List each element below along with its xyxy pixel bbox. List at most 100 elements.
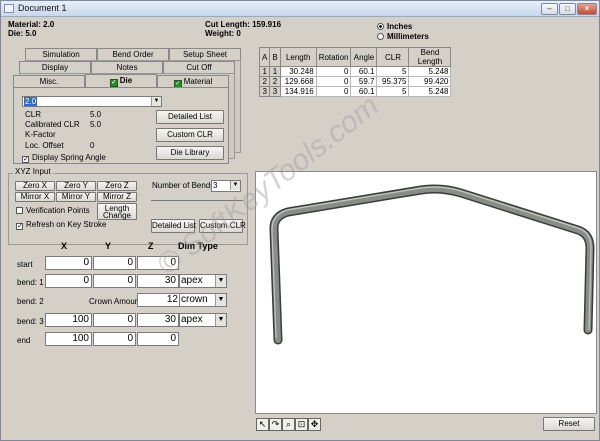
die-select-value: 2.0 [24, 97, 38, 106]
unchecked-box-icon [16, 207, 23, 214]
table-cell[interactable]: 2 [258, 76, 271, 87]
reset-button[interactable]: Reset [543, 417, 595, 431]
table-cell[interactable]: 0 [315, 66, 352, 77]
document-window: Document 1 – □ × Material: 2.0 Die: 5.0 … [0, 0, 600, 441]
end-x-input[interactable]: 100 [45, 332, 92, 346]
chevron-down-icon: ▼ [151, 97, 161, 106]
calibrated-clr-value: 5.0 [90, 120, 102, 129]
table-cell[interactable]: 60.1 [350, 66, 378, 77]
table-header-cell: Angle [350, 47, 378, 67]
die-library-button[interactable]: Die Library [156, 146, 224, 160]
table-cell[interactable]: 0 [315, 76, 352, 87]
zero-y-button[interactable]: Zero Y [56, 181, 96, 191]
clr-value: 5.0 [90, 110, 102, 119]
bend1-dim-type-select[interactable]: apex ▼ [179, 274, 227, 288]
verification-points-checkbox[interactable]: Verification Points [16, 206, 90, 215]
tab-material[interactable]: ✓ Material [157, 75, 229, 88]
bend3-x-input[interactable]: 100 [45, 313, 92, 327]
col-z-header: Z [148, 241, 154, 251]
check-icon: ✓ [22, 156, 29, 163]
table-cell[interactable]: 129.668 [279, 76, 317, 87]
kfactor-label: K-Factor [25, 130, 56, 139]
crown-amount-label: Crown Amount: [89, 297, 144, 306]
table-header-cell: A [258, 47, 271, 67]
tab-notes[interactable]: Notes [91, 61, 163, 73]
table-row[interactable]: 2 2 129.668 0 59.7 95.375 99.420 [258, 76, 452, 87]
start-x-input[interactable]: 0 [45, 256, 92, 270]
end-z-input[interactable]: 0 [137, 332, 179, 346]
table-cell[interactable]: 3 [258, 86, 271, 97]
table-cell[interactable]: 5.248 [408, 66, 452, 77]
bend2-dim-type-select[interactable]: crown ▼ [179, 293, 227, 307]
spring-angle-label: Display Spring Angle [32, 153, 106, 162]
die-custom-clr-button[interactable]: Custom CLR [156, 128, 224, 142]
maximize-button[interactable]: □ [559, 3, 576, 15]
bend1-y-input[interactable]: 0 [93, 274, 136, 288]
table-cell[interactable]: 95.375 [376, 76, 410, 87]
inches-label: Inches [387, 22, 413, 31]
tab-bend-order[interactable]: Bend Order [97, 48, 169, 60]
table-header-cell: Bend Length [408, 47, 452, 67]
tab-cut-off[interactable]: Cut Off [163, 61, 235, 73]
minimize-button[interactable]: – [541, 3, 558, 15]
close-button[interactable]: × [577, 3, 597, 15]
table-cell[interactable]: 59.7 [350, 76, 378, 87]
length-change-button[interactable]: Length Change [97, 203, 137, 220]
mirror-y-button[interactable]: Mirror Y [56, 192, 96, 202]
chevron-down-icon: ▼ [215, 275, 226, 287]
bend3-dim-type-select[interactable]: apex ▼ [179, 313, 227, 327]
table-row[interactable]: 1 1 30.248 0 60.1 5 5.248 [258, 66, 452, 77]
table-cell[interactable]: 5 [376, 66, 410, 77]
bend1-dim-type-value: apex [181, 275, 203, 286]
bend1-x-input[interactable]: 0 [45, 274, 92, 288]
bend2-dim-type-value: crown [181, 294, 208, 305]
bend3-y-input[interactable]: 0 [93, 313, 136, 327]
col-x-header: X [61, 241, 68, 251]
table-cell[interactable]: 5.248 [408, 86, 452, 97]
tab-simulation[interactable]: Simulation [25, 48, 97, 60]
table-cell[interactable]: 99.420 [408, 76, 452, 87]
tab-display[interactable]: Display [19, 61, 91, 73]
zoom-icon[interactable]: ⌕ [282, 418, 295, 431]
millimeters-radio[interactable]: Millimeters [377, 32, 429, 41]
rotate-arrow-icon[interactable]: ↷ [269, 418, 282, 431]
mirror-z-button[interactable]: Mirror Z [97, 192, 137, 202]
table-cell[interactable]: 30.248 [279, 66, 317, 77]
bend-table: A B Length Rotation Angle CLR Bend Length 1 1 30… [258, 47, 452, 97]
bend3-z-input[interactable]: 30 [137, 313, 179, 327]
mirror-x-button[interactable]: Mirror X [15, 192, 55, 202]
display-spring-angle-checkbox[interactable]: ✓ Display Spring Angle [22, 153, 106, 163]
table-cell[interactable]: 2 [269, 76, 281, 87]
tab-material-label: Material [183, 77, 213, 86]
table-cell[interactable]: 1 [269, 66, 281, 77]
tube-3d-view[interactable] [255, 171, 597, 414]
table-cell[interactable]: 1 [258, 66, 271, 77]
check-icon: ✓ [16, 223, 23, 230]
select-pointer-icon[interactable]: ↖ [256, 418, 269, 431]
tab-die[interactable]: ✓ Die [85, 74, 157, 87]
clr-label: CLR [25, 110, 42, 119]
chevron-down-icon: ▼ [215, 294, 226, 306]
row-label-start: start [17, 260, 33, 269]
table-cell[interactable]: 3 [269, 86, 281, 97]
zero-z-button[interactable]: Zero Z [97, 181, 137, 191]
inches-radio[interactable]: Inches [377, 22, 412, 31]
table-cell[interactable]: 5 [376, 86, 410, 97]
crown-amount-input[interactable]: 12 [137, 293, 181, 307]
start-y-input[interactable]: 0 [93, 256, 136, 270]
tube-drawing [269, 184, 595, 345]
pan-icon[interactable]: ✥ [308, 418, 321, 431]
millimeters-label: Millimeters [387, 32, 429, 41]
table-cell[interactable]: 134.916 [279, 86, 317, 97]
tab-setup-sheet[interactable]: Setup Sheet [169, 48, 241, 60]
die-detailed-list-button[interactable]: Detailed List [156, 110, 224, 124]
refresh-on-keystroke-checkbox[interactable]: ✓ Refresh on Key Stroke [16, 220, 106, 230]
table-cell[interactable]: 0 [315, 86, 352, 97]
end-y-input[interactable]: 0 [93, 332, 136, 346]
row-label-bend-1: bend: 1 [17, 278, 44, 287]
fit-view-icon[interactable]: ⊡ [295, 418, 308, 431]
die-select[interactable]: 2.0 ▼ [22, 96, 162, 107]
tab-misc[interactable]: Misc. [13, 75, 85, 87]
zero-x-button[interactable]: Zero X [15, 181, 55, 191]
die-panel: 2.0 ▼ CLR 5.0 Calibrated CLR 5.0 K-Factor… [13, 87, 229, 164]
